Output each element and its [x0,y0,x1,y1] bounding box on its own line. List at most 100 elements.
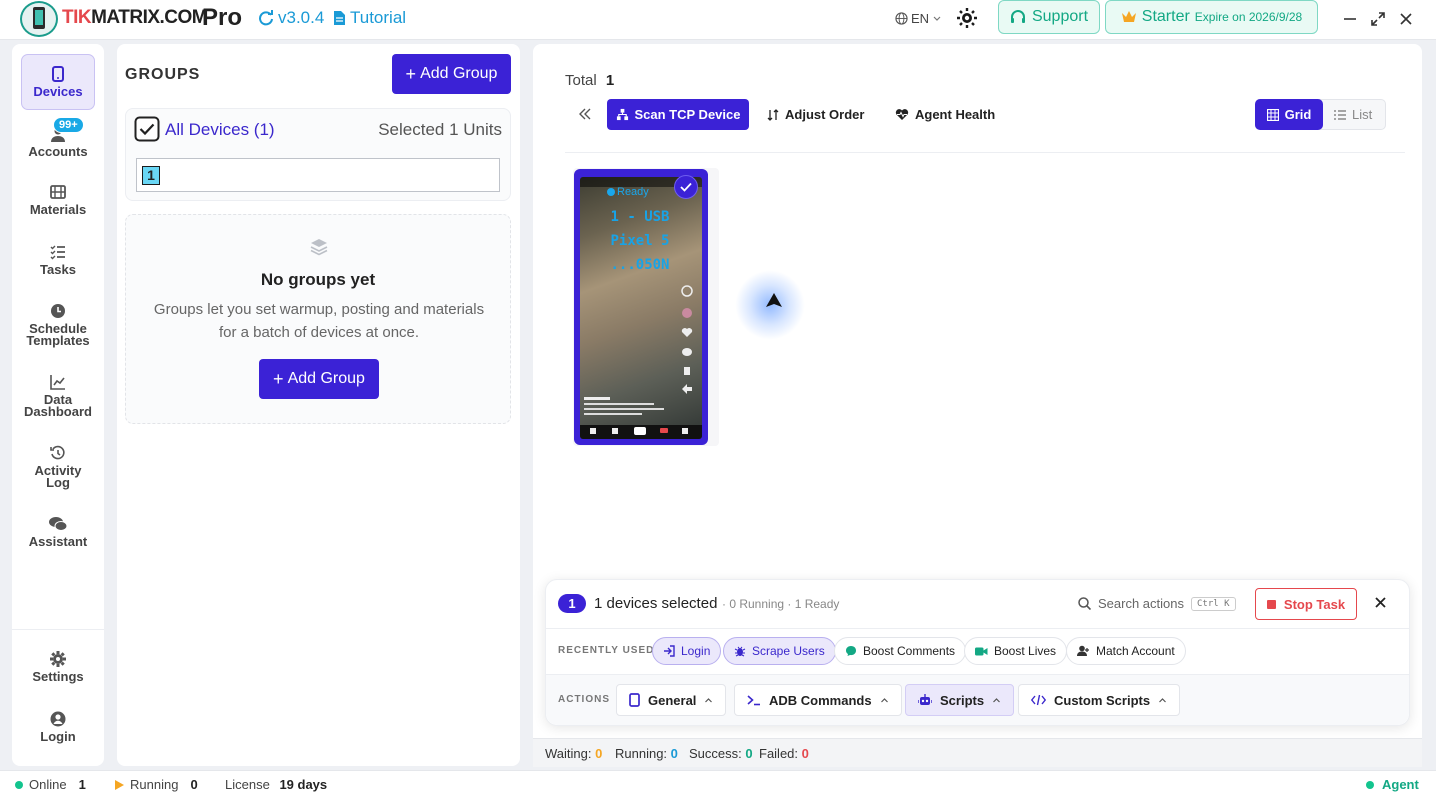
layers-icon [310,238,328,256]
minimize-button[interactable] [1340,9,1360,29]
search-actions-label: Search actions [1098,596,1184,611]
version-link[interactable]: v3.0.4 [258,8,324,28]
video-icon [975,647,988,655]
empty-add-group-button[interactable]: + Add Group [259,359,379,399]
bug-icon [734,646,746,657]
check-icon [680,182,692,192]
sidebar-item-materials[interactable]: Materials [21,184,95,216]
chip-label: Boost Comments [863,644,956,658]
chip-label: Login [681,644,711,658]
groups-panel: GROUPS + Add Group All Devices (1) Selec… [117,44,520,766]
film-icon [50,185,66,199]
sidebar-item-data-dashboard[interactable]: Data Dashboard [21,374,95,418]
sidebar-item-devices[interactable]: Devices [21,54,95,110]
plan-label: Starter [1141,8,1190,25]
scan-tcp-device-button[interactable]: Scan TCP Device [607,99,749,130]
success-count: Success: 0 [689,746,753,761]
grid-view-button[interactable]: Grid [1255,99,1323,130]
globe-icon [895,12,908,25]
theme-toggle[interactable] [957,8,977,28]
heart-pulse-icon [895,109,909,120]
selected-devices-text: 1 devices selected [594,595,718,612]
document-icon [334,11,345,25]
agent-dot-icon [1366,780,1374,789]
headset-icon [1010,10,1025,23]
adb-commands-button[interactable]: ADB Commands [734,684,902,716]
add-group-button[interactable]: + Add Group [392,54,511,94]
plan-button[interactable]: Starter Expire on 2026/9/28 [1105,0,1318,34]
sidebar-item-tasks[interactable]: Tasks [21,244,95,276]
tutorial-link[interactable]: Tutorial [333,8,406,28]
action-label: Scripts [940,692,985,708]
add-group-label: Add Group [420,65,498,82]
chat-icon [49,517,68,531]
total-value: 1 [605,72,615,89]
device-card[interactable]: Ready 1 - USB Pixel 5 ...050N [573,168,719,446]
recent-boost-comments-chip[interactable]: Boost Comments [834,637,967,665]
maximize-button[interactable] [1368,9,1388,29]
recent-login-chip[interactable]: Login [652,637,722,665]
scripts-button[interactable]: Scripts [905,684,1015,716]
all-devices-checkbox[interactable] [134,116,160,142]
sidebar-item-assistant[interactable]: Assistant [21,516,95,548]
running-status: Running 0 [115,777,198,792]
sidebar-item-login[interactable]: Login [21,711,95,743]
total-label: Total [565,72,597,89]
sidebar-item-settings[interactable]: Settings [21,651,95,683]
title-bar: TIKMATRIX.COM Pro v3.0.4 Tutorial EN Sup… [0,0,1436,40]
device-label-line-3: ...050N [610,257,670,273]
toolbar-divider [565,152,1405,153]
empty-groups-title: No groups yet [260,270,376,289]
general-actions-button[interactable]: General [616,684,727,716]
sidebar-item-label: Settings [32,669,84,684]
grid-icon [1266,108,1279,121]
list-label: List [1352,107,1373,122]
play-icon [115,779,124,790]
code-icon [1031,694,1046,706]
nav-divider [12,629,104,630]
sidebar-item-label: Devices [33,84,83,99]
recent-match-account-chip[interactable]: Match Account [1066,637,1186,665]
sidebar-item-activity-log[interactable]: Activity Log [21,445,95,489]
custom-scripts-button[interactable]: Custom Scripts [1018,684,1181,716]
user-link-icon [1077,645,1089,656]
sidebar-item-label: Accounts [28,144,88,159]
all-devices-label[interactable]: All Devices (1) [165,120,275,140]
chip-label: Scrape Users [752,644,825,658]
collapse-panel-button[interactable] [578,107,592,121]
network-icon [616,108,628,121]
device-label: 1 - USB Pixel 5 ...050N [573,205,707,277]
device-selected-check[interactable] [674,175,698,199]
chip-label: Match Account [1096,644,1175,658]
refresh-icon [259,10,273,26]
adjust-order-button[interactable]: Adjust Order [767,107,864,122]
device-chip-field[interactable]: 1 [136,158,500,192]
support-button[interactable]: Support [998,0,1100,34]
close-panel-button[interactable] [1375,597,1386,608]
search-icon [1078,597,1091,610]
version-label: v3.0.4 [278,8,325,27]
sidebar-item-label: Schedule Templates [26,321,90,348]
close-icon [1400,13,1412,25]
sidebar-item-schedule-templates[interactable]: Schedule Templates [21,303,95,347]
recent-scrape-users-chip[interactable]: Scrape Users [723,637,836,665]
search-actions-button[interactable]: Search actions Ctrl K [1078,596,1236,611]
recent-boost-lives-chip[interactable]: Boost Lives [964,637,1068,665]
sun-icon [957,8,977,28]
sidebar-nav: Devices Accounts 99+ Materials Tasks Sch… [12,44,104,766]
checkbox-checked-icon [134,116,160,142]
tiktok-bottom-bar [580,425,702,439]
stop-task-button[interactable]: Stop Task [1255,588,1357,620]
device-chip[interactable]: 1 [142,166,160,185]
empty-groups-description: Groups let you set warmup, posting and m… [153,301,485,341]
shortcut-hint: Ctrl K [1191,596,1236,611]
list-view-button[interactable]: List [1334,107,1372,122]
expand-icon [1371,12,1385,26]
groups-title: GROUPS [125,66,201,83]
selection-meta: · 0 Running · 1 Ready [722,597,840,611]
agent-status[interactable]: Agent [1366,777,1419,792]
scan-tcp-label: Scan TCP Device [634,107,741,122]
language-select[interactable]: EN [895,11,942,26]
close-button[interactable] [1396,9,1416,29]
agent-health-button[interactable]: Agent Health [895,107,995,122]
